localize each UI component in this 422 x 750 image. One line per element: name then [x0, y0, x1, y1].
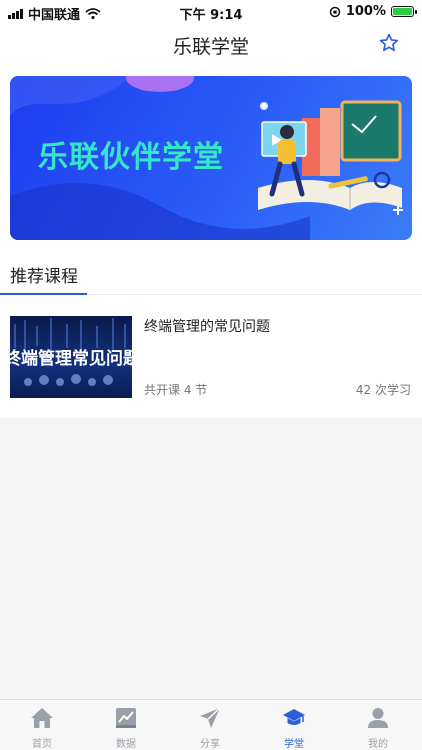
home-icon: [31, 708, 53, 728]
tab-label-data: 数据: [116, 739, 136, 750]
status-right: 100%: [329, 4, 417, 19]
status-bar: 中国联通 下午 9:14 100%: [0, 0, 422, 23]
paper-plane-icon: [200, 707, 221, 728]
tab-academy[interactable]: 学堂: [252, 700, 336, 750]
tab-profile[interactable]: 我的: [336, 700, 420, 750]
nav-bar: 乐联学堂: [0, 22, 422, 66]
course-thumbnail-text: 终端管理常见问题: [10, 349, 132, 369]
section-underline: [0, 293, 87, 295]
user-icon: [368, 708, 388, 728]
section-title: 推荐课程: [10, 267, 78, 287]
tab-label-home: 首页: [32, 739, 52, 750]
tab-bar: 首页 数据 分享 学堂 我的: [0, 699, 422, 750]
star-outline-icon[interactable]: [378, 32, 400, 54]
course-thumbnail: 终端管理常见问题: [10, 316, 132, 398]
tab-label-academy: 学堂: [284, 739, 304, 750]
orientation-lock-icon: [329, 6, 341, 17]
page-title: 乐联学堂: [172, 36, 249, 58]
tab-home[interactable]: 首页: [0, 700, 84, 750]
tab-label-share: 分享: [200, 739, 220, 750]
course-lesson-count: 共开课 4 节: [144, 383, 208, 397]
battery-icon: [391, 6, 417, 17]
chart-icon: [116, 708, 136, 728]
course-list-item[interactable]: 终端管理常见问题 终端管理的常见问题 共开课 4 节 42 次学习: [0, 306, 422, 406]
tab-label-profile: 我的: [368, 739, 388, 750]
banner[interactable]: 乐联伙伴学堂: [10, 76, 412, 240]
banner-title: 乐联伙伴学堂: [38, 140, 224, 175]
course-learner-count: 42 次学习: [355, 383, 411, 397]
course-title: 终端管理的常见问题: [144, 319, 270, 335]
tab-share[interactable]: 分享: [168, 700, 252, 750]
battery-percent: 100%: [345, 4, 386, 19]
tab-data[interactable]: 数据: [84, 700, 168, 750]
graduation-cap-icon: [283, 709, 305, 725]
main-content: 乐联伙伴学堂 推荐课程 终端管理常见问题 终端管理的常见问题 共开课 4 节 4…: [0, 66, 422, 418]
